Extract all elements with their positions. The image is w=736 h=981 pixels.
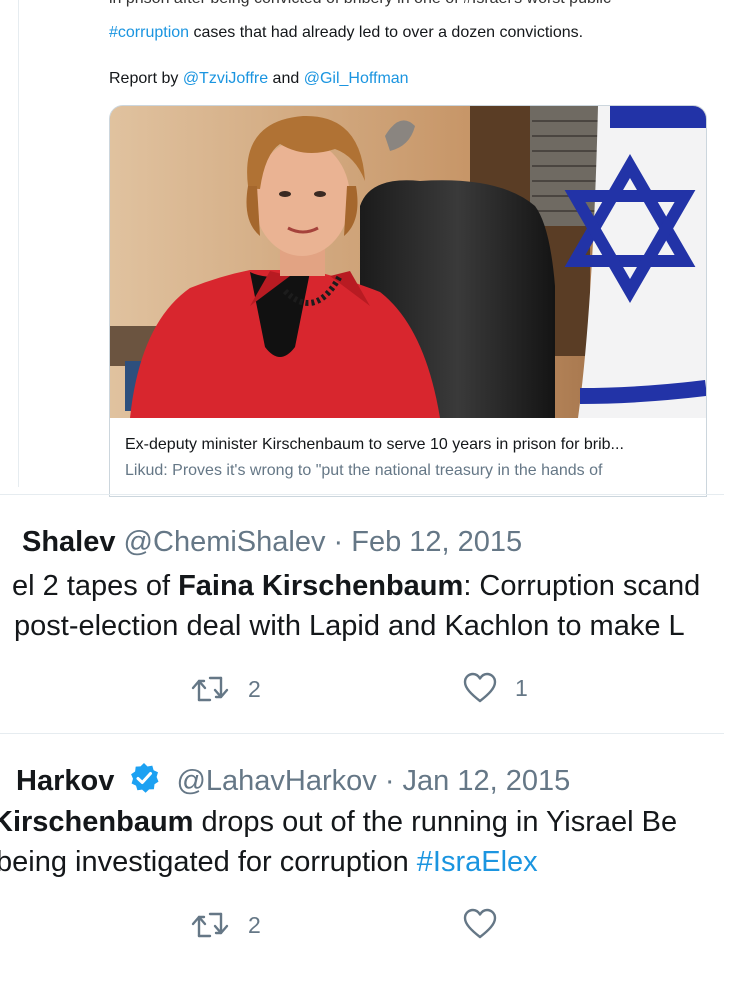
hashtag-israelex[interactable]: #IsraElex bbox=[417, 846, 538, 878]
link-card-title: Ex-deputy minister Kirschenbaum to serve… bbox=[125, 436, 624, 453]
tweet-header: Harkov @LahavHarkov · Jan 12, 2015 bbox=[16, 762, 570, 798]
tweet-divider bbox=[0, 494, 724, 495]
handle-and-date[interactable]: @LahavHarkov · Jan 12, 2015 bbox=[176, 765, 570, 797]
tweet-text-segment: drops out of the running in Yisrael Be bbox=[193, 806, 678, 838]
tweet-text-line: cases that had already led to over a doz… bbox=[189, 24, 584, 41]
article-photo bbox=[110, 106, 706, 418]
mention-tzvijoffre[interactable]: @TzviJoffre bbox=[183, 70, 268, 87]
article-photo-illustration bbox=[110, 106, 706, 418]
handle-and-date[interactable]: @ChemiShalev · Feb 12, 2015 bbox=[116, 526, 523, 558]
tweet-text-segment: el 2 tapes of bbox=[12, 570, 179, 602]
hashtag-corruption[interactable]: #corruption bbox=[109, 24, 189, 41]
like-count: 1 bbox=[515, 674, 528, 701]
tweet-body-line-1: el 2 tapes of Faina Kirschenbaum: Corrup… bbox=[12, 570, 700, 603]
retweet-count: 2 bbox=[248, 911, 261, 938]
retweet-button[interactable]: 2 bbox=[190, 674, 261, 704]
tweet-divider bbox=[0, 733, 724, 734]
tweet-text-bold: Kirschenbaum bbox=[0, 806, 194, 838]
tweet-text-segment: : Corruption scand bbox=[463, 570, 701, 602]
tweet-header: Shalev @ChemiShalev · Feb 12, 2015 bbox=[22, 526, 522, 559]
and-text: and bbox=[268, 70, 304, 87]
retweet-icon bbox=[191, 912, 229, 938]
tweet-body-line-2: post-election deal with Lapid and Kachlo… bbox=[14, 610, 685, 642]
tweet-body-line-1: Kirschenbaum drops out of the running in… bbox=[0, 806, 677, 839]
author-name[interactable]: Shalev bbox=[22, 526, 116, 558]
tweet-body-line-2: being investigated for corruption #IsraE… bbox=[0, 846, 538, 879]
retweet-button[interactable]: 2 bbox=[190, 910, 261, 940]
tweet-text-cut-line: in prison after being convicted of bribe… bbox=[109, 0, 611, 10]
heart-icon bbox=[463, 672, 497, 703]
link-card-description: Likud: Proves it's wrong to "put the nat… bbox=[125, 462, 603, 479]
tweet-text-bold: Faina Kirschenbaum bbox=[178, 570, 464, 602]
verified-badge-icon bbox=[131, 763, 159, 793]
report-prefix: Report by bbox=[109, 70, 183, 87]
tweet-text-segment: being investigated for corruption bbox=[0, 846, 417, 878]
heart-icon bbox=[463, 908, 497, 939]
link-preview-card[interactable]: Ex-deputy minister Kirschenbaum to serve… bbox=[109, 105, 707, 497]
author-name[interactable]: Harkov bbox=[16, 765, 114, 797]
retweet-icon bbox=[191, 676, 229, 702]
tweet-lahav-harkov[interactable]: Harkov @LahavHarkov · Jan 12, 2015 Kirsc… bbox=[0, 756, 736, 981]
mention-gil-hoffman[interactable]: @Gil_Hoffman bbox=[304, 70, 409, 87]
like-button[interactable]: 1 bbox=[463, 672, 528, 704]
like-button[interactable] bbox=[463, 908, 515, 940]
tweet-chemi-shalev[interactable]: Shalev @ChemiShalev · Feb 12, 2015 el 2 … bbox=[0, 520, 736, 730]
retweet-count: 2 bbox=[248, 675, 261, 702]
tweet-card-corruption: in prison after being convicted of bribe… bbox=[18, 0, 725, 497]
